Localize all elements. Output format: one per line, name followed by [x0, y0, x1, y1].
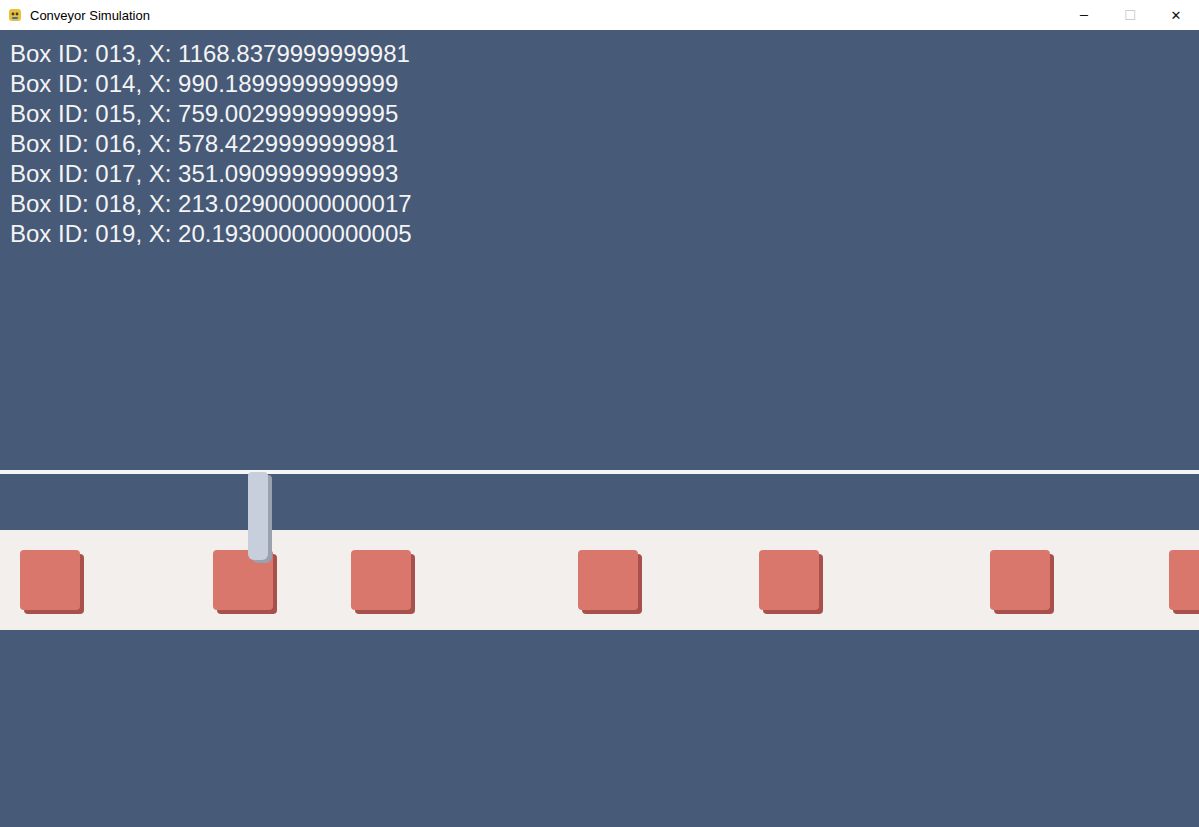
- conveyor-box: [990, 550, 1050, 610]
- conveyor-box: [1169, 550, 1199, 610]
- window-controls: ─☐✕: [1061, 0, 1199, 30]
- conveyor-box: [578, 550, 638, 610]
- box-log-line: Box ID: 015, X: 759.0029999999995: [10, 99, 1189, 129]
- window-control-button[interactable]: ✕: [1153, 0, 1199, 30]
- window-title: Conveyor Simulation: [30, 8, 150, 23]
- title-bar: Conveyor Simulation ─☐✕: [0, 0, 1199, 30]
- window-control-button[interactable]: ─: [1061, 0, 1107, 30]
- box-log-line: Box ID: 016, X: 578.4229999999981: [10, 129, 1189, 159]
- pygame-icon: [7, 7, 23, 23]
- box-log: Box ID: 013, X: 1168.8379999999981Box ID…: [0, 30, 1199, 249]
- pusher-rail: [0, 470, 1199, 474]
- box-log-line: Box ID: 013, X: 1168.8379999999981: [10, 39, 1189, 69]
- conveyor-box: [20, 550, 80, 610]
- pusher-arm: [248, 472, 268, 560]
- window-control-button[interactable]: ☐: [1107, 0, 1153, 30]
- conveyor-box: [759, 550, 819, 610]
- conveyor-box: [351, 550, 411, 610]
- app-window: Conveyor Simulation─☐✕Box ID: 013, X: 11…: [0, 0, 1199, 827]
- box-log-line: Box ID: 017, X: 351.0909999999993: [10, 159, 1189, 189]
- box-log-line: Box ID: 018, X: 213.02900000000017: [10, 189, 1189, 219]
- box-log-line: Box ID: 019, X: 20.193000000000005: [10, 219, 1189, 249]
- simulation-canvas: Box ID: 013, X: 1168.8379999999981Box ID…: [0, 30, 1199, 827]
- box-log-line: Box ID: 014, X: 990.1899999999999: [10, 69, 1189, 99]
- conveyor-belt: [0, 530, 1199, 630]
